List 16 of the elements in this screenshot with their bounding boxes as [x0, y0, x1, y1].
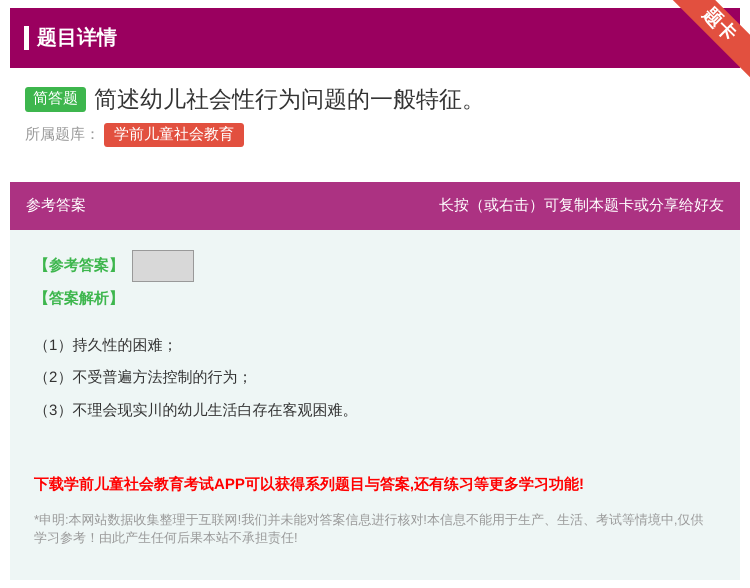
- header-title: 题目详情: [37, 26, 117, 51]
- disclaimer-text: *申明:本网站数据收集整理于互联网!我们并未能对答案信息进行核对!本信息不能用于生产、生活、考试等情境中,仅供学习参考！由此产生任何后果本站不承担责任!: [34, 510, 705, 546]
- bank-tag[interactable]: 学前儿童社会教育: [104, 122, 244, 147]
- analysis-point: （3）不理会现实川的幼儿生活白存在客观困难。: [34, 400, 358, 420]
- accent-bar: [24, 26, 29, 50]
- analysis-point: （1）持久性的困难；: [34, 336, 178, 356]
- answer-label: 【参考答案】: [34, 256, 124, 276]
- question-text: 简述幼儿社会性行为问题的一般特征。: [94, 85, 485, 114]
- copy-hint: 长按（或右击）可复制本题卡或分享给好友: [439, 196, 724, 216]
- analysis-label: 【答案解析】: [34, 288, 125, 309]
- answer-image-placeholder: [132, 250, 194, 282]
- analysis-point: （2）不受普遍方法控制的行为；: [34, 368, 254, 388]
- answer-header-title: 参考答案: [26, 196, 86, 216]
- promo-text: 下载学前儿童社会教育考试APP可以获得系列题目与答案,还有练习等更多学习功能!: [34, 474, 586, 495]
- bank-label: 所属题库：: [25, 124, 100, 144]
- question-type-badge: 简答题: [25, 87, 86, 112]
